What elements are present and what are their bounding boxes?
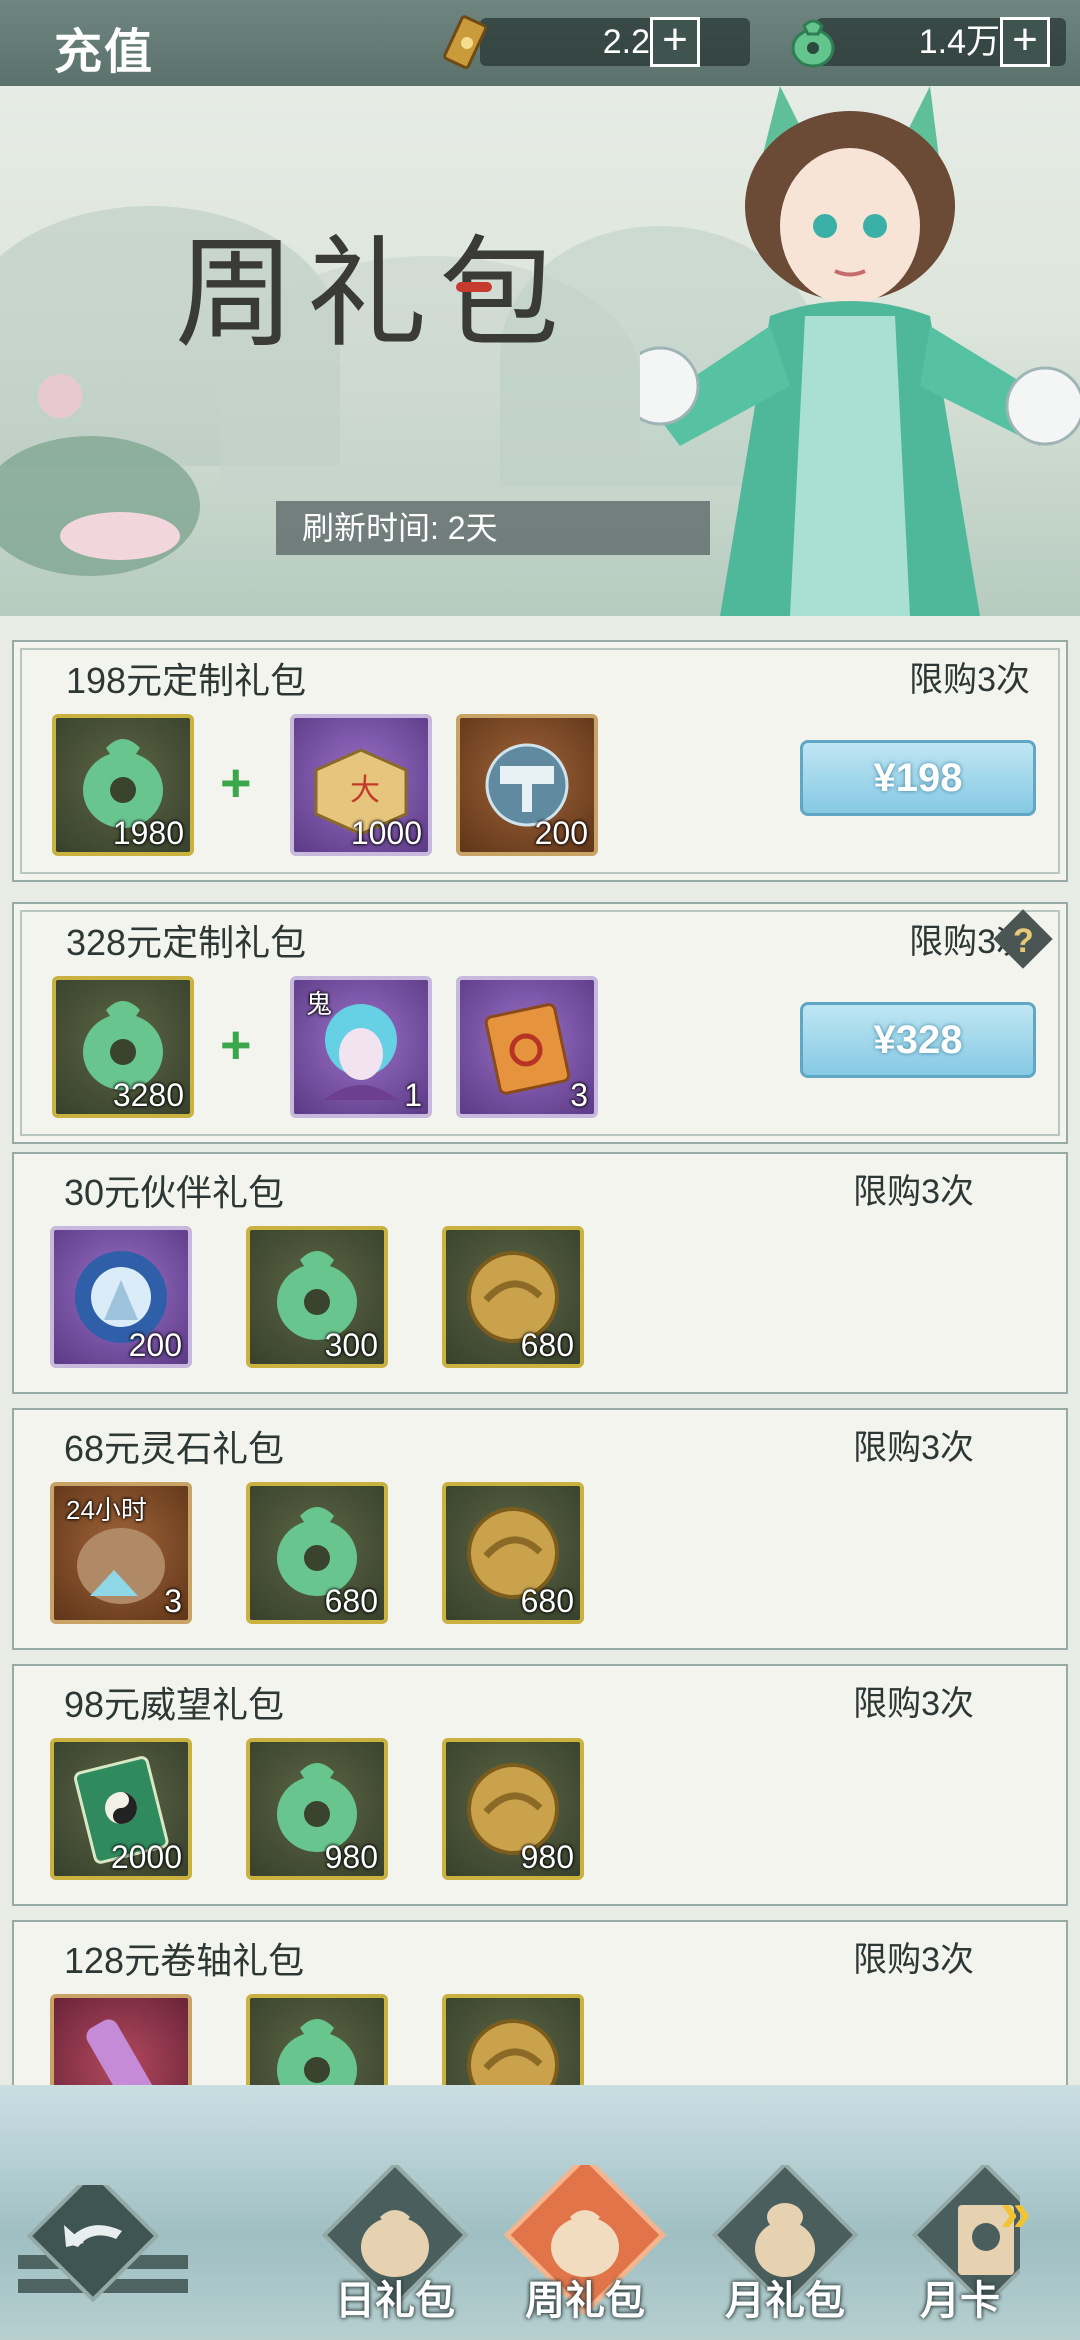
tab-label: 周礼包 <box>525 2277 645 2324</box>
tab-label: 日礼包 <box>335 2277 455 2324</box>
buy-button[interactable]: ¥328 <box>800 1002 1036 1078</box>
item-quantity: 680 <box>324 1583 378 1619</box>
buy-button[interactable]: ¥198 <box>800 740 1036 816</box>
pack-card: 68元灵石礼包 限购3次 24小时 3 680 680 <box>12 1408 1068 1650</box>
top-bar: 充值 2.2万 + 1.4万 + <box>0 0 1080 88</box>
pack-title: 98元威望礼包 <box>64 1684 285 1725</box>
item-quantity: 980 <box>324 1839 378 1875</box>
currency-gold-value: 2.2万 <box>480 18 750 66</box>
purple-scroll-icon <box>86 2019 157 2085</box>
reward-item[interactable] <box>442 1994 584 2085</box>
item-badge: 鬼 <box>306 989 333 1019</box>
purchase-limit: 限购3次 <box>853 1685 974 1723</box>
red-brush-mark <box>456 282 492 292</box>
pack-title: 128元卷轴礼包 <box>64 1940 305 1981</box>
currency-jade: 1.4万 + <box>786 17 1066 68</box>
pack-card: 98元威望礼包 限购3次 2000 980 980 <box>12 1664 1068 1906</box>
help-icon[interactable]: ? <box>992 908 1054 970</box>
banner-title: 周礼包 <box>175 225 571 364</box>
currency-gold: 2.2万 + <box>440 15 750 70</box>
item-quantity: 1980 <box>112 815 184 851</box>
add-jade-button[interactable]: + <box>1000 17 1050 67</box>
reward-item[interactable]: 980 <box>246 1738 388 1880</box>
pack-title: 198元定制礼包 <box>66 660 307 701</box>
item-quantity: 3280 <box>112 1077 184 1113</box>
item-quantity: 200 <box>534 815 588 851</box>
purchase-limit: 限购3次 <box>853 1429 974 1467</box>
item-quantity: 300 <box>324 1327 378 1363</box>
jade-icon <box>791 19 835 68</box>
reward-item[interactable] <box>50 1994 192 2085</box>
tab-weekly-pack[interactable]: 周礼包 <box>500 2153 670 2340</box>
reward-item[interactable]: 680 <box>442 1482 584 1624</box>
plus-sign: + <box>220 1015 252 1075</box>
pack-list[interactable]: 198元定制礼包 限购3次 1980 + 大 1000 200 ¥198 328… <box>0 640 1080 2085</box>
double-chevron-right-icon[interactable]: » <box>1000 2179 1070 2249</box>
item-badge: 24小时 <box>66 1495 147 1525</box>
item-quantity: 680 <box>520 1583 574 1619</box>
tab-daily-pack[interactable]: 日礼包 <box>310 2161 480 2340</box>
reward-item[interactable]: 680 <box>442 1226 584 1368</box>
item-quantity: 1 <box>404 1077 422 1113</box>
reward-item[interactable]: 2000 <box>50 1738 192 1880</box>
jade-icon <box>277 2019 357 2085</box>
pack-title: 68元灵石礼包 <box>64 1428 285 1469</box>
pack-card: 128元卷轴礼包 限购3次 <box>12 1920 1068 2085</box>
reward-item[interactable]: 3280 <box>52 976 194 1118</box>
reward-item[interactable]: 300 <box>246 1226 388 1368</box>
reward-item[interactable]: 980 <box>442 1738 584 1880</box>
reward-item[interactable]: 680 <box>246 1482 388 1624</box>
pack-title: 328元定制礼包 <box>66 922 307 963</box>
bottom-nav: 日礼包 周礼包 月礼包 月卡 » <box>0 2085 1080 2340</box>
purchase-limit: 限购3次 <box>853 1173 974 1211</box>
pack-card: 30元伙伴礼包 限购3次 200 300 680 <box>12 1152 1068 1394</box>
banner: 周礼包 刷新时间: 2天 <box>0 86 1080 616</box>
tab-monthly-pack[interactable]: 月礼包 <box>700 2161 870 2340</box>
pack-card: 198元定制礼包 限购3次 1980 + 大 1000 200 ¥198 <box>12 640 1068 882</box>
reward-item[interactable] <box>246 1994 388 2085</box>
back-arrow-icon[interactable] <box>18 2185 188 2315</box>
reward-item[interactable]: 1980 <box>52 714 194 856</box>
svg-text:?: ? <box>1013 922 1034 960</box>
item-quantity: 3 <box>570 1077 588 1113</box>
refresh-timer: 刷新时间: 2天 <box>276 501 710 555</box>
reward-item[interactable]: 200 <box>50 1226 192 1368</box>
lotus-leaf-decoration <box>0 374 200 576</box>
reward-item[interactable]: 24小时 3 <box>50 1482 192 1624</box>
reward-item[interactable]: 200 <box>456 714 598 856</box>
pack-card: 328元定制礼包 限购3次 ? 3280 + 鬼 1 3 ¥328 <box>12 902 1068 1144</box>
reward-item[interactable]: 大 1000 <box>290 714 432 856</box>
gold-coin-icon <box>467 2019 559 2085</box>
reward-item[interactable]: 3 <box>456 976 598 1118</box>
page-title: 充值 <box>54 24 155 80</box>
reward-item[interactable]: 鬼 1 <box>290 976 432 1118</box>
item-quantity: 980 <box>520 1839 574 1875</box>
purchase-limit: 限购3次 <box>853 1941 974 1979</box>
pack-title: 30元伙伴礼包 <box>64 1172 285 1213</box>
item-quantity: 200 <box>128 1327 182 1363</box>
item-quantity: 680 <box>520 1327 574 1363</box>
add-gold-button[interactable]: + <box>650 17 700 67</box>
plus-sign: + <box>220 753 252 813</box>
item-quantity: 1000 <box>350 815 422 851</box>
gold-ticket-icon <box>443 15 488 70</box>
item-quantity: 2000 <box>110 1839 182 1875</box>
svg-text:大: 大 <box>350 774 380 807</box>
tab-label: 月礼包 <box>725 2277 845 2324</box>
item-quantity: 3 <box>164 1583 182 1619</box>
purchase-limit: 限购3次 <box>909 661 1030 699</box>
tab-label: 月卡 <box>920 2277 1000 2324</box>
